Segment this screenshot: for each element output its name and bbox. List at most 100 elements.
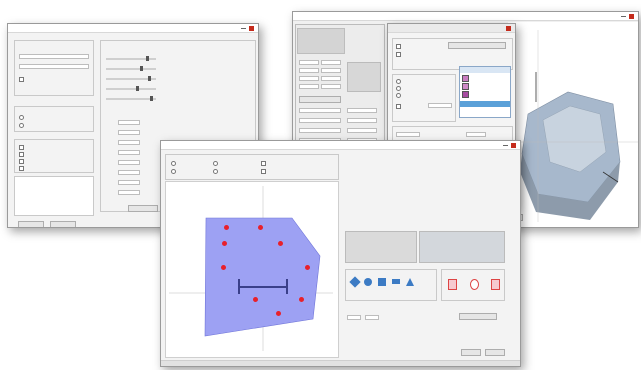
middle-checkbox-2[interactable] bbox=[261, 169, 266, 174]
left-value-5[interactable] bbox=[118, 160, 140, 165]
material-swatch-1[interactable] bbox=[448, 279, 457, 290]
left-value-8[interactable] bbox=[118, 190, 140, 195]
right-field-5[interactable] bbox=[299, 76, 319, 81]
close-icon[interactable] bbox=[511, 142, 516, 148]
left-checkbox-3[interactable] bbox=[19, 152, 24, 157]
left-radio-2[interactable] bbox=[19, 123, 24, 128]
left-window-titlebar bbox=[8, 24, 258, 33]
left-button-1[interactable] bbox=[18, 221, 44, 227]
left-options-group bbox=[14, 106, 94, 132]
left-value-1[interactable] bbox=[118, 120, 140, 125]
polygon-plot bbox=[169, 186, 333, 351]
right-field-1[interactable] bbox=[299, 60, 319, 65]
left-checkbox-2[interactable] bbox=[19, 145, 24, 150]
dimension-bar-end-left[interactable] bbox=[238, 279, 240, 294]
dialog-field-1[interactable] bbox=[428, 103, 452, 108]
dropdown-row-3[interactable] bbox=[460, 81, 510, 87]
middle-field-1[interactable] bbox=[347, 315, 361, 320]
left-value-2[interactable] bbox=[118, 130, 140, 135]
dialog-checkbox-1[interactable] bbox=[396, 44, 401, 49]
middle-radio-1[interactable] bbox=[171, 161, 176, 166]
right-field-21[interactable] bbox=[347, 128, 377, 133]
dropdown-row-4[interactable] bbox=[460, 89, 510, 95]
right-field-20[interactable] bbox=[347, 118, 377, 123]
right-window-titlebar bbox=[293, 12, 638, 21]
left-field-2[interactable] bbox=[19, 64, 89, 69]
left-checkbox-1[interactable] bbox=[19, 77, 24, 82]
dialog-checkbox-3[interactable] bbox=[396, 104, 401, 109]
middle-radio-2[interactable] bbox=[171, 169, 176, 174]
shape-button-2[interactable] bbox=[364, 278, 372, 286]
right-field-19[interactable] bbox=[347, 108, 377, 113]
polygon-vertex-marker[interactable] bbox=[276, 311, 281, 316]
dialog-field-5[interactable] bbox=[466, 132, 486, 137]
middle-checkbox-1[interactable] bbox=[261, 161, 266, 166]
dimension-bar[interactable] bbox=[239, 286, 287, 288]
polygon-vertex-marker[interactable] bbox=[258, 225, 263, 230]
polygon-vertex-marker[interactable] bbox=[222, 241, 227, 246]
left-button-2[interactable] bbox=[50, 221, 76, 227]
dropdown-row-2[interactable] bbox=[460, 73, 510, 79]
dialog-option-button[interactable] bbox=[448, 42, 506, 49]
polygon-vertex-marker[interactable] bbox=[253, 297, 258, 302]
close-icon[interactable] bbox=[629, 13, 634, 19]
middle-ok-button[interactable] bbox=[461, 349, 481, 356]
middle-radio-4[interactable] bbox=[213, 169, 218, 174]
right-field-10[interactable] bbox=[299, 118, 341, 123]
dialog-dropdown-list[interactable] bbox=[459, 66, 511, 118]
left-slider-1-handle[interactable] bbox=[146, 56, 149, 61]
right-field-11[interactable] bbox=[299, 128, 341, 133]
polygon-vertex-marker[interactable] bbox=[278, 241, 283, 246]
left-value-6[interactable] bbox=[118, 170, 140, 175]
shape-button-3[interactable] bbox=[378, 278, 386, 286]
middle-action-button[interactable] bbox=[459, 313, 497, 320]
left-slider-4[interactable] bbox=[106, 88, 156, 90]
right-field-9[interactable] bbox=[299, 108, 341, 113]
middle-radio-3[interactable] bbox=[213, 161, 218, 166]
dialog-radio-3[interactable] bbox=[396, 93, 401, 98]
shape-button-5[interactable] bbox=[406, 278, 414, 286]
left-value-7[interactable] bbox=[118, 180, 140, 185]
minimize-icon[interactable] bbox=[503, 144, 508, 146]
left-checkbox-5[interactable] bbox=[19, 166, 24, 171]
shape-button-4[interactable] bbox=[392, 279, 400, 284]
right-field-4[interactable] bbox=[321, 68, 341, 73]
left-slider-2[interactable] bbox=[106, 68, 156, 70]
left-value-3[interactable] bbox=[118, 140, 140, 145]
left-slider-5[interactable] bbox=[106, 98, 156, 100]
left-slider-5-handle[interactable] bbox=[150, 96, 153, 101]
minimize-icon[interactable] bbox=[241, 27, 246, 29]
middle-cancel-button[interactable] bbox=[485, 349, 505, 356]
minimize-icon[interactable] bbox=[621, 15, 626, 17]
left-radio-1[interactable] bbox=[19, 115, 24, 120]
middle-preview-panel-1 bbox=[345, 231, 417, 263]
right-field-2[interactable] bbox=[321, 60, 341, 65]
left-slider-2-handle[interactable] bbox=[140, 66, 143, 71]
right-field-3[interactable] bbox=[299, 68, 319, 73]
dialog-radio-2[interactable] bbox=[396, 86, 401, 91]
close-icon[interactable] bbox=[249, 25, 254, 31]
left-slider-4-handle[interactable] bbox=[136, 86, 139, 91]
dropdown-row-selected[interactable] bbox=[460, 101, 510, 107]
right-field-6[interactable] bbox=[321, 76, 341, 81]
left-slider-3-handle[interactable] bbox=[148, 76, 151, 81]
right-field-8[interactable] bbox=[321, 84, 341, 89]
left-checkbox-4[interactable] bbox=[19, 159, 24, 164]
middle-field-2[interactable] bbox=[365, 315, 379, 320]
polygon-vertex-marker[interactable] bbox=[305, 265, 310, 270]
polygon-vertex-marker[interactable] bbox=[221, 265, 226, 270]
dialog-radio-1[interactable] bbox=[396, 79, 401, 84]
left-field-1[interactable] bbox=[19, 54, 89, 59]
polygon-vertex-marker[interactable] bbox=[299, 297, 304, 302]
left-value-4[interactable] bbox=[118, 150, 140, 155]
dialog-checkbox-2[interactable] bbox=[396, 52, 401, 57]
close-icon[interactable] bbox=[506, 25, 511, 31]
polygon-vertex-marker[interactable] bbox=[224, 225, 229, 230]
dialog-field-2[interactable] bbox=[396, 132, 420, 137]
left-apply-button[interactable] bbox=[128, 205, 158, 212]
right-field-7[interactable] bbox=[299, 84, 319, 89]
dimension-bar-end-right[interactable] bbox=[286, 279, 288, 294]
right-tool-button-1[interactable] bbox=[299, 96, 341, 103]
material-swatch-3[interactable] bbox=[491, 279, 500, 290]
material-swatch-2[interactable] bbox=[470, 279, 479, 290]
